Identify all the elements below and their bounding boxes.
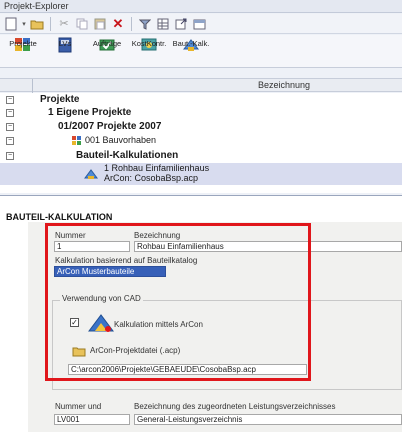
projekte-button[interactable]: Projekte (2, 35, 44, 68)
filter-icon[interactable] (137, 16, 153, 32)
auftraege-label: Aufträge (92, 39, 122, 48)
tree-column-header[interactable]: Bezeichnung (0, 78, 402, 93)
tree-item-label: Projekte (40, 94, 80, 105)
projekt-explorer-panel: Projekt-Explorer ▾ ✂ ✕ Projekte LVs Auft… (0, 0, 402, 196)
lv-bezeichnung-label: Bezeichnung des zugeordneten Leistungsve… (134, 402, 336, 411)
explorer-title: Projekt-Explorer (0, 0, 402, 13)
lv-nummer-field[interactable]: LV001 (54, 414, 130, 425)
tree-item-label: 001 Bauvorhaben (85, 135, 157, 145)
tree-item-sublabel: ArCon: CosobaBsp.acp (104, 173, 199, 183)
kostkontr-button[interactable]: KostKontr. (128, 35, 170, 68)
tree-row-projekte[interactable]: − Projekte (0, 94, 402, 106)
explorer-toolbar: ▾ ✂ ✕ (0, 14, 402, 34)
module-toolbar: Projekte LVs Aufträge KostKontr. Baut.-K… (0, 35, 402, 68)
collapse-toggle-icon[interactable]: − (6, 152, 14, 160)
grid-icon[interactable] (155, 16, 171, 32)
tree-item-label: Bauteil-Kalkulationen (76, 150, 179, 161)
delete-icon[interactable]: ✕ (110, 16, 126, 32)
window-icon[interactable] (191, 16, 207, 32)
kostkontr-label: KostKontr. (131, 39, 167, 48)
highlight-frame (45, 223, 311, 381)
toolbar-separator (50, 16, 51, 31)
dropdown-arrow-icon[interactable]: ▾ (21, 16, 27, 32)
lvs-label: LVs (58, 39, 72, 48)
column-header-bezeichnung: Bezeichnung (258, 80, 311, 90)
project-grid-icon (72, 136, 81, 145)
paste-icon[interactable] (92, 16, 108, 32)
tree-item-label: 1 Eigene Projekte (48, 107, 132, 118)
tree-row-eigene-projekte[interactable]: − 1 Eigene Projekte (0, 107, 402, 119)
section-title: BAUTEIL-KALKULATION (6, 212, 113, 222)
copy-icon[interactable] (74, 16, 90, 32)
tree-item-label: 1 Rohbau Einfamilienhaus (104, 163, 210, 173)
tree-row-bauteil-kalkulationen[interactable]: − Bauteil-Kalkulationen (0, 150, 402, 162)
export-icon[interactable] (173, 16, 189, 32)
collapse-toggle-icon[interactable]: − (6, 96, 14, 104)
collapse-toggle-icon[interactable]: − (6, 109, 14, 117)
lvs-button[interactable]: LVs (44, 35, 86, 68)
collapse-toggle-icon[interactable]: − (6, 137, 14, 145)
baut-kalk-label: Baut.-Kalk. (172, 39, 210, 48)
lv-nummer-label: Nummer und (55, 402, 102, 411)
tree-row-rohbau-selected[interactable]: 1 Rohbau Einfamilienhaus ArCon: CosobaBs… (0, 163, 402, 185)
new-doc-icon[interactable] (3, 16, 19, 32)
baut-kalk-button[interactable]: Baut.-Kalk. (170, 35, 212, 68)
column-divider[interactable] (32, 79, 33, 93)
building-calc-icon (84, 169, 98, 179)
lv-bezeichnung-field[interactable]: General-Leistungsverzeichnis (134, 414, 402, 425)
cut-icon[interactable]: ✂ (56, 16, 72, 32)
tree-row-projekte-2007[interactable]: − 01/2007 Projekte 2007 (0, 121, 402, 133)
projekte-label: Projekte (9, 39, 37, 48)
toolbar-separator (131, 16, 132, 31)
open-folder-icon[interactable] (29, 16, 45, 32)
auftraege-button[interactable]: Aufträge (86, 35, 128, 68)
project-tree: − Projekte − 1 Eigene Projekte − 01/2007… (0, 93, 402, 193)
tree-item-label: 01/2007 Projekte 2007 (58, 121, 162, 132)
collapse-toggle-icon[interactable]: − (6, 123, 14, 131)
tree-row-bauvorhaben[interactable]: − 001 Bauvorhaben (0, 135, 402, 147)
